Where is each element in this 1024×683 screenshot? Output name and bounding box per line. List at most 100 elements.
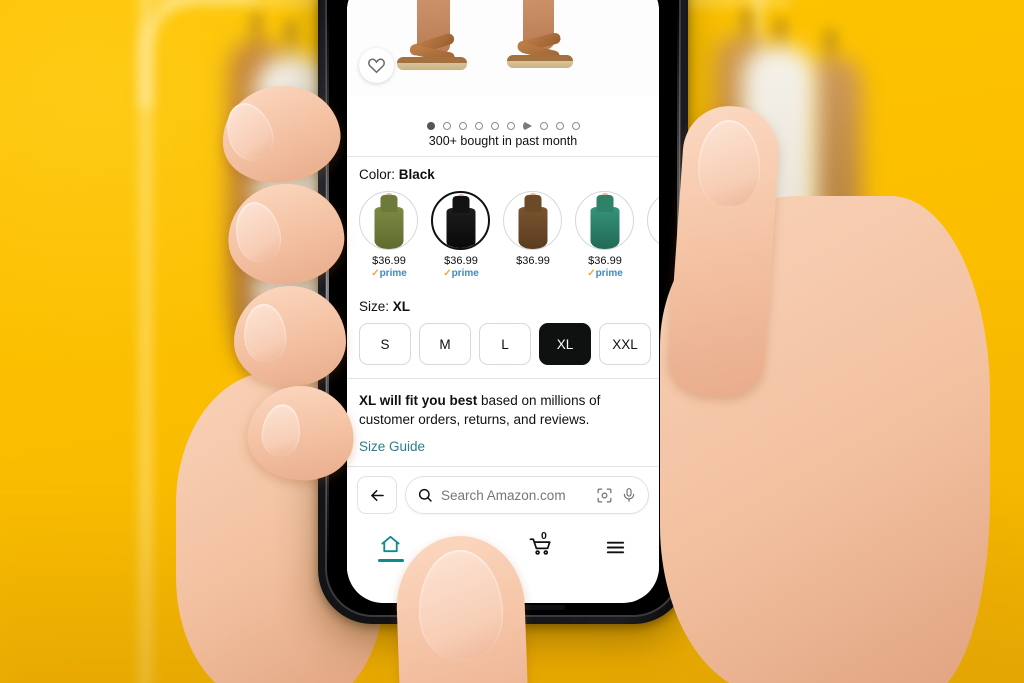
- color-swatch-option[interactable]: $36.99 ✓prime: [647, 191, 659, 279]
- swatch-price: $36.99: [372, 255, 406, 267]
- carousel-indicators[interactable]: [347, 116, 659, 134]
- prime-check-icon: ✓: [371, 268, 380, 279]
- dress-bodice: [452, 196, 469, 213]
- carousel-dot[interactable]: [490, 122, 499, 130]
- home-indicator-bar: [441, 605, 565, 610]
- carousel-dot-active[interactable]: [426, 122, 435, 130]
- color-swatch-thumbnail: [503, 191, 562, 250]
- dress-thumbnail: [446, 194, 476, 248]
- microphone-icon[interactable]: [621, 487, 637, 503]
- dress-body: [374, 207, 403, 249]
- prime-badge: ✓prime: [647, 268, 659, 279]
- wishlist-heart-button[interactable]: [359, 48, 394, 83]
- swatch-price: $36.99: [647, 255, 659, 267]
- size-label-prefix: Size:: [359, 299, 390, 314]
- nav-item-cart[interactable]: 0: [503, 520, 578, 574]
- prime-check-icon: ✓: [443, 268, 452, 279]
- swatch-price: $36.99: [444, 255, 478, 267]
- search-icon: [418, 489, 432, 503]
- prime-check-icon: ✓: [587, 268, 596, 279]
- fit-recommendation-section: XL will fit you best based on millions o…: [347, 379, 659, 467]
- color-label-prefix: Color:: [359, 167, 396, 182]
- prime-badge: ✓prime: [431, 268, 491, 279]
- size-button-xl-selected[interactable]: XL: [539, 323, 591, 365]
- prime-label: prime: [451, 268, 479, 279]
- sandal-sole: [507, 55, 573, 68]
- color-swatch-thumbnail: [575, 191, 634, 250]
- search-bar-area: Search Amazon.com: [347, 467, 659, 521]
- color-label: Color: Black: [359, 167, 647, 182]
- carousel-dot[interactable]: [555, 122, 564, 130]
- phone-bezel: 300+ bought in past month Color: Black $…: [325, 0, 681, 617]
- color-swatch-option[interactable]: $36.99 ✓prime: [575, 191, 635, 279]
- carousel-dot[interactable]: [458, 122, 467, 130]
- color-selected-value: Black: [398, 167, 435, 182]
- color-swatch-thumbnail: [431, 191, 490, 250]
- search-input[interactable]: Search Amazon.com: [405, 476, 649, 515]
- size-button-m[interactable]: M: [419, 323, 471, 365]
- color-swatch-thumbnail: [647, 191, 659, 250]
- cart-icon-wrapper: 0: [528, 529, 553, 562]
- phone-edge-highlight: [326, 7, 329, 563]
- prime-label: prime: [595, 268, 623, 279]
- product-photo: [347, 0, 659, 97]
- size-guide-link[interactable]: Size Guide: [359, 439, 425, 454]
- social-proof-text: 300+ bought in past month: [347, 134, 659, 156]
- search-bar: Search Amazon.com: [357, 476, 649, 515]
- size-section: Size: XL S M L XL XXL 3XL: [347, 289, 659, 378]
- sandal-sole: [397, 57, 467, 70]
- dress-bodice: [524, 195, 541, 212]
- smartphone-device: 300+ bought in past month Color: Black $…: [318, 0, 688, 624]
- nav-item-menu[interactable]: [578, 520, 653, 574]
- dress-body: [446, 208, 475, 248]
- prime-label: prime: [379, 268, 407, 279]
- product-image-carousel[interactable]: [347, 0, 659, 116]
- dress-bodice: [380, 195, 397, 212]
- carousel-dot[interactable]: [442, 122, 451, 130]
- prime-badge: ✓prime: [575, 268, 635, 279]
- dress-thumbnail: [518, 193, 548, 249]
- search-placeholder: Search Amazon.com: [441, 487, 566, 503]
- color-section: Color: Black $36.99 ✓prime $36.99 ✓prime…: [347, 157, 659, 289]
- home-icon: [381, 535, 400, 552]
- carousel-video-play-icon[interactable]: [522, 121, 532, 131]
- size-selected-value: XL: [392, 299, 411, 314]
- camera-lens-icon[interactable]: [596, 487, 613, 504]
- back-arrow-icon: [370, 489, 384, 501]
- dress-body: [518, 207, 547, 249]
- size-label: Size: XL: [359, 299, 647, 314]
- nav-item-home[interactable]: [353, 520, 428, 574]
- cart-badge-count: 0: [541, 529, 547, 542]
- carousel-dot[interactable]: [571, 122, 580, 130]
- fit-recommendation-bold: XL will fit you best: [359, 393, 478, 408]
- color-swatch-list[interactable]: $36.99 ✓prime $36.99 ✓prime $36.99 $36.9…: [359, 191, 659, 289]
- hanging-garment: [742, 46, 816, 386]
- prime-badge: ✓prime: [359, 268, 419, 279]
- color-swatch-thumbnail: [359, 191, 418, 250]
- dress-body: [590, 207, 619, 249]
- size-button-l[interactable]: L: [479, 323, 531, 365]
- carousel-dot[interactable]: [474, 122, 483, 130]
- nav-item-rufus-ai[interactable]: [428, 520, 503, 574]
- carousel-dot[interactable]: [539, 122, 548, 130]
- dress-bodice: [596, 195, 613, 212]
- dress-thumbnail: [374, 193, 404, 249]
- color-swatch-option[interactable]: $36.99 ✓prime: [503, 191, 563, 279]
- swatch-price: $36.99: [516, 255, 550, 267]
- size-option-list[interactable]: S M L XL XXL 3XL: [359, 323, 651, 378]
- fit-recommendation-text: XL will fit you best based on millions o…: [359, 391, 647, 429]
- nav-active-underline: [377, 558, 404, 562]
- phone-screen: 300+ bought in past month Color: Black $…: [347, 0, 659, 603]
- color-swatch-option[interactable]: $36.99 ✓prime: [359, 191, 419, 279]
- dress-thumbnail: [590, 193, 620, 249]
- bottom-navigation-bar[interactable]: 0: [347, 520, 659, 575]
- phone-edge-highlight: [677, 7, 680, 563]
- color-swatch-option-selected[interactable]: $36.99 ✓prime: [431, 191, 491, 279]
- hamburger-menu-icon: [606, 541, 625, 554]
- sparkle-ai-icon: [458, 537, 474, 557]
- size-button-xxl[interactable]: XXL: [599, 323, 651, 365]
- carousel-dot[interactable]: [506, 122, 515, 130]
- heart-icon: [368, 58, 385, 74]
- back-button[interactable]: [357, 476, 397, 515]
- size-button-s[interactable]: S: [359, 323, 411, 365]
